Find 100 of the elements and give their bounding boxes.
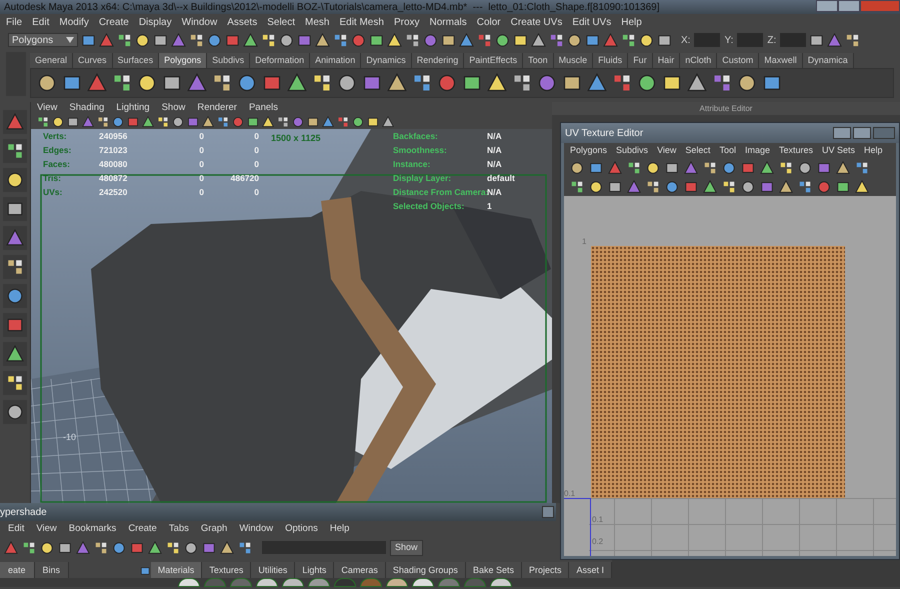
panel-tab[interactable]: Asset I	[569, 562, 612, 578]
menu-item[interactable]: Modify	[59, 14, 89, 30]
shelf-icon[interactable]	[312, 73, 332, 93]
tool-icon[interactable]	[657, 32, 672, 48]
tool-icon[interactable]	[495, 32, 510, 48]
tool-icon[interactable]	[261, 32, 276, 48]
menu-item[interactable]: Shading	[69, 101, 104, 116]
shelf-tab[interactable]: Toon	[523, 53, 554, 68]
tool-icon[interactable]	[549, 32, 564, 48]
tool-icon[interactable]	[157, 116, 169, 128]
tool-icon[interactable]	[703, 160, 717, 174]
shelf-tab[interactable]: Polygons	[159, 53, 208, 68]
mode-dropdown[interactable]: Polygons	[8, 33, 78, 47]
menu-item[interactable]: Renderer	[197, 101, 237, 116]
shelf-tab[interactable]: PaintEffects	[464, 53, 524, 68]
menu-item[interactable]: Create	[98, 14, 129, 30]
menu-item[interactable]: Proxy	[394, 14, 420, 30]
material-swatch[interactable]	[282, 578, 304, 587]
tool-icon[interactable]	[845, 32, 860, 48]
shelf-icon[interactable]	[612, 73, 632, 93]
tool-icon[interactable]	[97, 116, 109, 128]
tool-icon[interactable]	[621, 32, 636, 48]
tool-icon[interactable]	[333, 32, 348, 48]
tool-icon[interactable]	[172, 116, 184, 128]
tool-icon[interactable]	[207, 32, 222, 48]
material-swatch[interactable]	[464, 578, 486, 587]
minimize-button[interactable]	[816, 0, 838, 12]
tool-icon[interactable]	[855, 180, 869, 194]
shelf-icon[interactable]	[412, 73, 432, 93]
tool-icon[interactable]	[369, 32, 384, 48]
tool-icon[interactable]	[58, 540, 72, 554]
tool-icon[interactable]	[760, 160, 774, 174]
toolbox-icon[interactable]	[6, 287, 24, 305]
toolbox-icon[interactable]	[6, 200, 24, 218]
menu-item[interactable]: Select	[267, 14, 296, 30]
tool-icon[interactable]	[646, 160, 660, 174]
tool-icon[interactable]	[220, 540, 234, 554]
tool-icon[interactable]	[646, 180, 660, 194]
tool-icon[interactable]	[513, 32, 528, 48]
toolbox-icon[interactable]	[6, 374, 24, 392]
shelf-icon[interactable]	[737, 73, 757, 93]
tool-icon[interactable]	[40, 540, 54, 554]
panel-tab[interactable]: Utilities	[251, 562, 296, 578]
menu-item[interactable]: Mesh	[305, 14, 330, 30]
shelf-icon[interactable]	[337, 73, 357, 93]
panel-tab[interactable]: Projects	[522, 562, 570, 578]
menu-item[interactable]: Edit	[8, 522, 24, 536]
tool-icon[interactable]	[665, 180, 679, 194]
tool-icon[interactable]	[279, 32, 294, 48]
menu-item[interactable]: Tabs	[168, 522, 189, 536]
menu-item[interactable]: Options	[285, 522, 318, 536]
tool-icon[interactable]	[589, 180, 603, 194]
tool-icon[interactable]	[836, 160, 850, 174]
tool-icon[interactable]	[184, 540, 198, 554]
toolbox-icon[interactable]	[6, 258, 24, 276]
shelf-tab[interactable]: Maxwell	[759, 53, 803, 68]
menu-item[interactable]: Graph	[200, 522, 228, 536]
panel-tab[interactable]: Textures	[202, 562, 252, 578]
tool-icon[interactable]	[135, 32, 150, 48]
menu-item[interactable]: File	[6, 14, 22, 30]
shelf-icon[interactable]	[662, 73, 682, 93]
shelf-tab[interactable]: Deformation	[250, 53, 310, 68]
tool-icon[interactable]	[112, 116, 124, 128]
panel-tab[interactable]: Materials	[150, 562, 202, 578]
material-swatch[interactable]	[490, 578, 512, 587]
tool-icon[interactable]	[277, 116, 289, 128]
tool-icon[interactable]	[94, 540, 108, 554]
tool-icon[interactable]	[153, 32, 168, 48]
shelf-tab[interactable]: General	[30, 53, 74, 68]
menu-item[interactable]: Display	[138, 14, 172, 30]
shelf-tab[interactable]: Animation	[310, 53, 362, 68]
tool-icon[interactable]	[585, 32, 600, 48]
shelf-icon[interactable]	[387, 73, 407, 93]
shelf-tab[interactable]: Fluids	[593, 53, 628, 68]
shelf-icon[interactable]	[587, 73, 607, 93]
panel-tab[interactable]: Bake Sets	[466, 562, 522, 578]
show-button[interactable]: Show	[390, 540, 423, 556]
menu-item[interactable]: View	[37, 101, 58, 116]
shelf-icon[interactable]	[637, 73, 657, 93]
shelf-tab[interactable]: Dynamics	[361, 53, 412, 68]
toolbox-icon[interactable]	[6, 403, 24, 421]
coordinate-field[interactable]	[780, 33, 806, 47]
menu-item[interactable]: Edit UVs	[572, 14, 612, 30]
panel-tab[interactable]: eate	[0, 562, 35, 578]
tool-icon[interactable]	[247, 116, 259, 128]
shelf-icon[interactable]	[462, 73, 482, 93]
shelf-icon[interactable]	[712, 73, 732, 93]
tool-icon[interactable]	[148, 540, 162, 554]
menu-item[interactable]: UV Sets	[822, 144, 855, 158]
shelf-icon[interactable]	[512, 73, 532, 93]
menu-item[interactable]: Create	[128, 522, 157, 536]
tool-icon[interactable]	[589, 160, 603, 174]
menu-item[interactable]: Window	[182, 14, 218, 30]
panel-tab[interactable]: Lights	[295, 562, 334, 578]
menu-item[interactable]: Edit Mesh	[339, 14, 384, 30]
shelf-icon[interactable]	[237, 73, 257, 93]
panel-tab[interactable]: Bins	[34, 562, 70, 578]
material-swatch[interactable]	[360, 578, 382, 587]
material-swatch[interactable]	[178, 578, 200, 587]
menu-item[interactable]: Assets	[227, 14, 258, 30]
